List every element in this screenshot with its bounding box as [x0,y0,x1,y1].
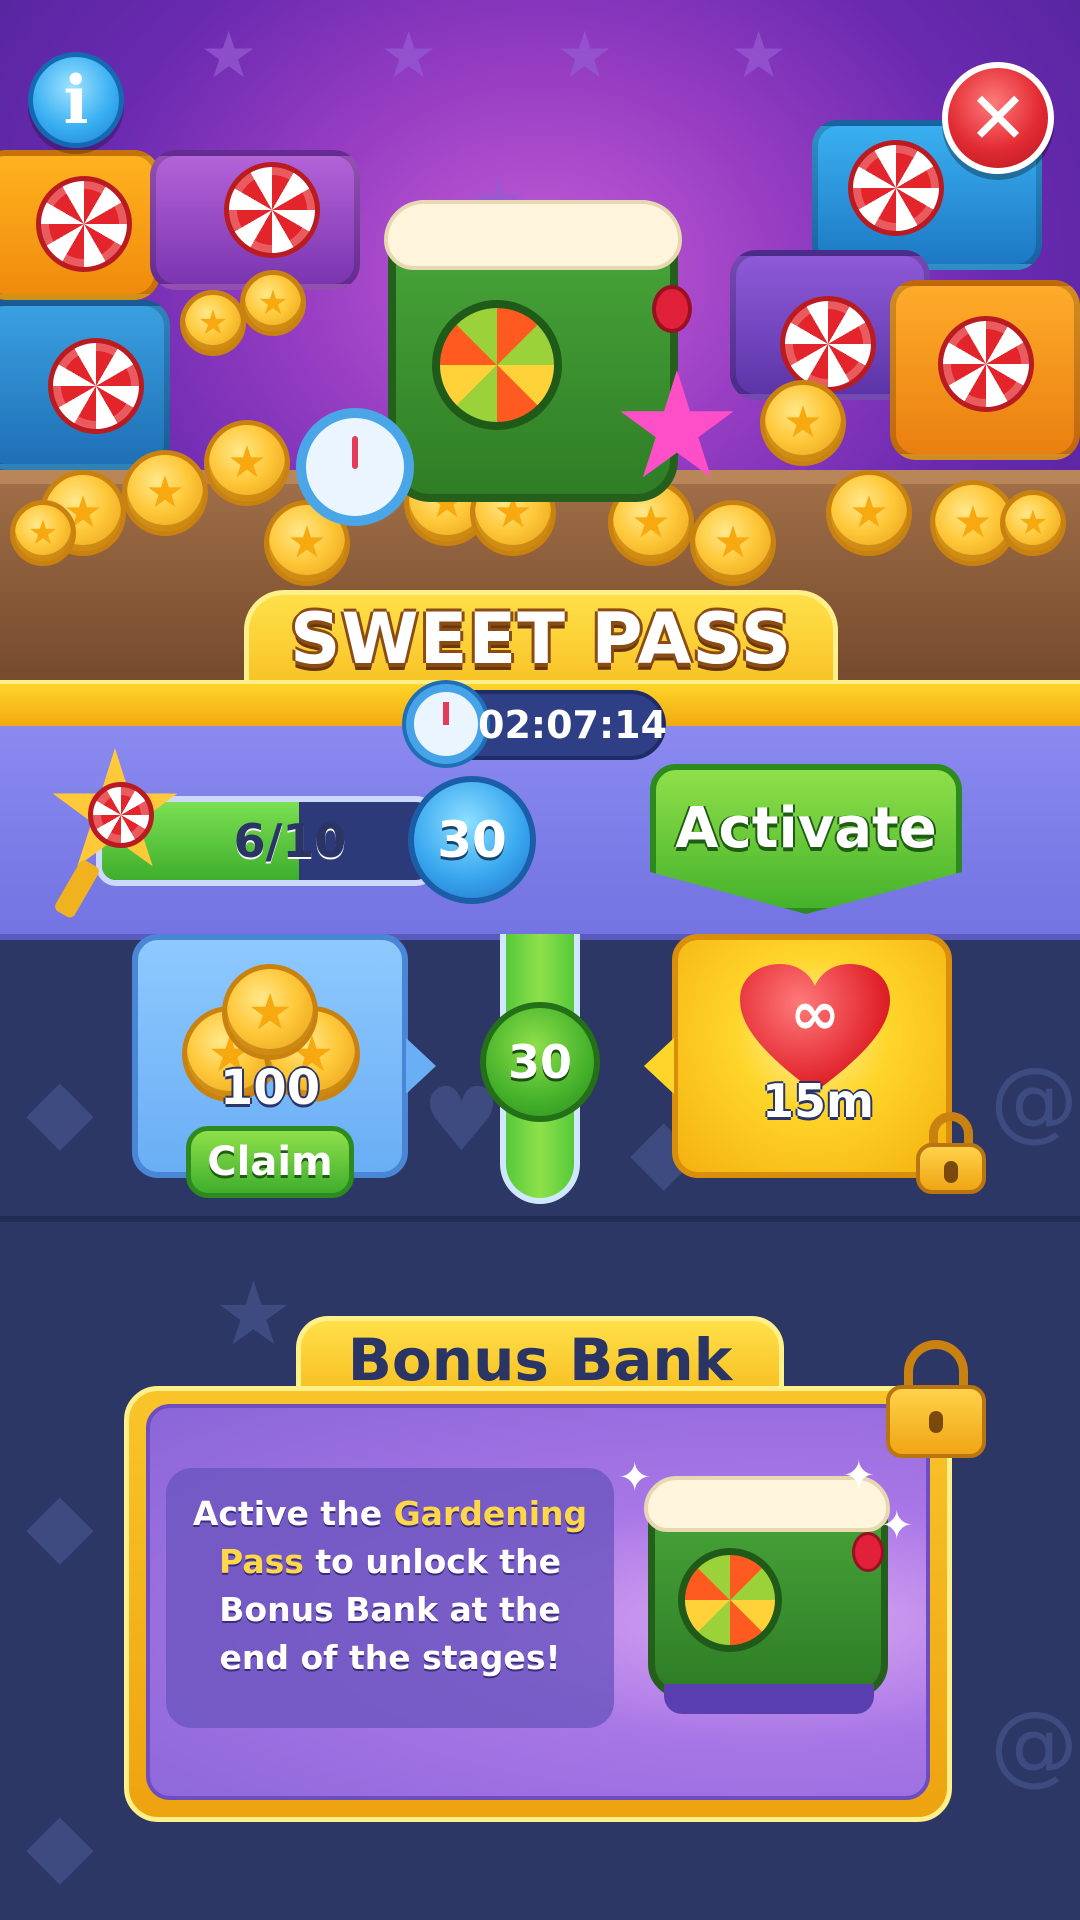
info-button[interactable]: i [28,52,124,148]
sparkle-icon: ✦ [880,1503,914,1549]
safe-knob [652,285,692,333]
candy-icon [88,782,154,848]
candy-icon [48,338,144,434]
track-level-badge: 30 [480,1002,600,1122]
coin-icon: ★ [222,964,318,1060]
lollipop-dial-icon [678,1548,782,1652]
alarm-clock-icon [296,408,414,526]
countdown-timer: 02:07:14 [478,703,668,747]
coin-icon: ★ [180,290,246,356]
alarm-clock-icon [406,684,486,764]
candy-icon [848,140,944,236]
snow-topping [384,200,682,270]
sparkle-icon: ✦ [842,1453,876,1499]
cube-decoration-icon: ◆ [26,1472,94,1575]
candy-icon [938,316,1034,412]
coin-icon: ★ [122,450,208,536]
close-button[interactable]: ✕ [942,62,1054,174]
bonus-bank-title: Bonus Bank [347,1326,733,1394]
coin-icon: ★ [760,380,846,466]
infinity-icon: ∞ [790,979,840,1049]
coin-icon: ★ [1000,490,1066,556]
coin-icon: ★ [826,470,912,556]
free-reward-amount: 100 [219,1060,321,1116]
coin-icon: ★ [10,500,76,566]
star-decoration-icon: ★ [380,19,438,93]
bonus-message: Active the Gardening Pass to unlock the … [180,1490,600,1710]
page-title: SWEET PASS [289,598,793,680]
lollipop-dial-icon [432,300,562,430]
candy-icon [780,296,876,392]
candy-icon [224,162,320,258]
lock-icon [916,1112,986,1194]
coin-icon: ★ [204,420,290,506]
cube-decoration-icon: ◆ [26,1058,94,1161]
coin-icon: ★ [690,500,776,586]
level-badge: 30 [408,776,536,904]
star-decoration-icon: ★ [200,19,258,93]
swirl-decoration-icon: @ [990,1692,1078,1795]
swirl-decoration-icon: @ [990,1048,1078,1151]
message-text: Active the [192,1494,394,1533]
star-decoration-icon: ★ [214,1262,293,1365]
claim-button[interactable]: Claim [186,1126,354,1198]
cube-decoration-icon: ◆ [26,1792,94,1895]
lock-icon [886,1340,986,1458]
candy-icon [36,176,132,272]
safe-base [664,1684,874,1714]
sparkle-icon: ✦ [618,1455,652,1501]
progress-label: 6/10 [233,814,347,868]
star-decoration-icon: ★ [730,19,788,93]
star-decoration-icon: ★ [556,19,614,93]
coin-icon: ★ [240,270,306,336]
